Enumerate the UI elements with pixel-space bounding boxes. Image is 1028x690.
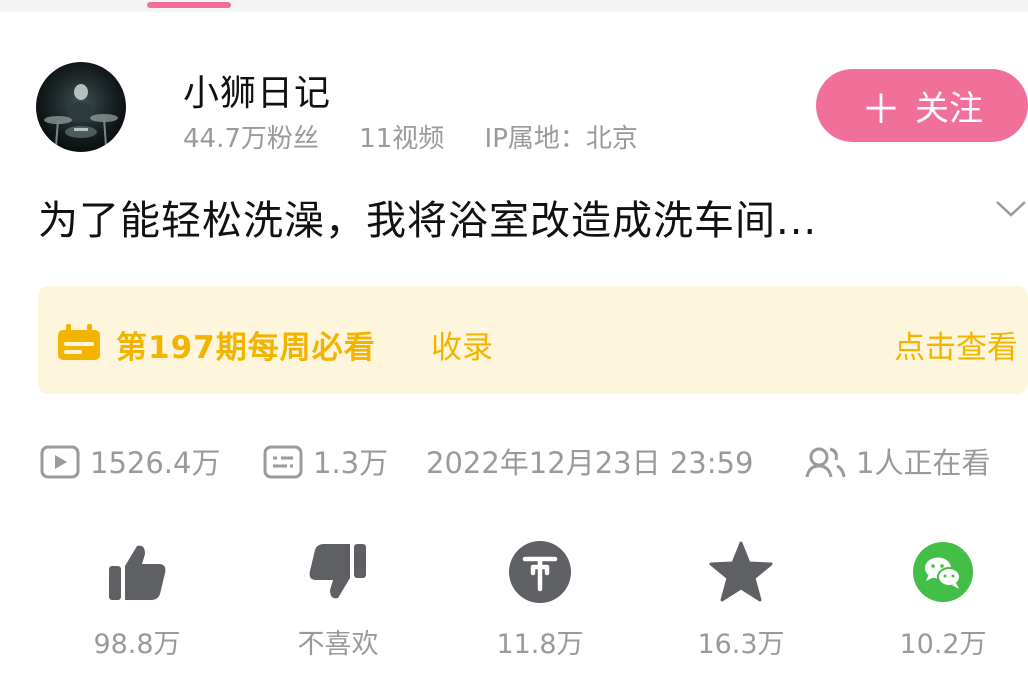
active-tab-indicator: [147, 2, 231, 8]
video-count: 11视频: [359, 124, 445, 154]
follow-button[interactable]: ＋ 关注: [816, 69, 1028, 142]
favorite-count: 16.3万: [697, 629, 785, 660]
ip-location: IP属地：北京: [484, 124, 638, 154]
fans-count: 44.7万粉丝: [183, 124, 319, 154]
favorite-button[interactable]: 16.3万: [661, 536, 821, 661]
like-count: 98.8万: [93, 629, 181, 660]
watching-count: 1人正在看: [856, 446, 991, 480]
top-tab-bar: [0, 0, 1028, 12]
watching-stat: 1人正在看: [804, 440, 990, 482]
star-icon: [709, 541, 773, 602]
thumbs-down-icon: [309, 544, 366, 599]
chevron-down-icon[interactable]: [994, 196, 1028, 220]
view-count: 1526.4万: [90, 446, 221, 480]
thumbs-up-icon: [109, 545, 166, 600]
danmaku-count-stat: 1.3万: [263, 440, 388, 482]
banner-tag: 收录: [431, 330, 493, 366]
publish-datetime: 2022年12月23日 23:59: [426, 446, 754, 480]
dislike-label: 不喜欢: [297, 629, 379, 660]
follow-label: 关注: [915, 89, 983, 129]
people-icon: [805, 447, 846, 478]
plus-icon: ＋: [861, 86, 901, 133]
play-icon: [40, 445, 80, 479]
view-count-stat: 1526.4万: [40, 440, 220, 482]
danmaku-count: 1.3万: [313, 446, 389, 480]
wechat-icon: [913, 542, 973, 602]
uploader-meta: 44.7万粉丝 11视频 IP属地：北京: [183, 118, 670, 155]
video-title: 为了能轻松洗澡，我将浴室改造成洗车间...: [38, 198, 818, 244]
banner-title: 第197期每周必看: [116, 330, 376, 366]
weekly-must-watch-banner[interactable]: 第197期每周必看 收录 点击查看: [38, 286, 1028, 394]
share-count: 10.2万: [899, 629, 987, 660]
coin-count: 11.8万: [496, 629, 584, 660]
banner-view-link[interactable]: 点击查看: [894, 322, 1018, 367]
uploader-name[interactable]: 小狮日记: [183, 64, 331, 116]
danmaku-icon: [263, 445, 303, 479]
coin-icon: [509, 541, 571, 603]
coin-button[interactable]: 11.8万: [460, 536, 620, 661]
dislike-button[interactable]: 不喜欢: [258, 536, 418, 661]
like-button[interactable]: 98.8万: [57, 536, 217, 661]
calendar-icon: [58, 324, 100, 360]
share-button[interactable]: 10.2万: [863, 536, 1023, 661]
avatar[interactable]: [36, 62, 126, 152]
